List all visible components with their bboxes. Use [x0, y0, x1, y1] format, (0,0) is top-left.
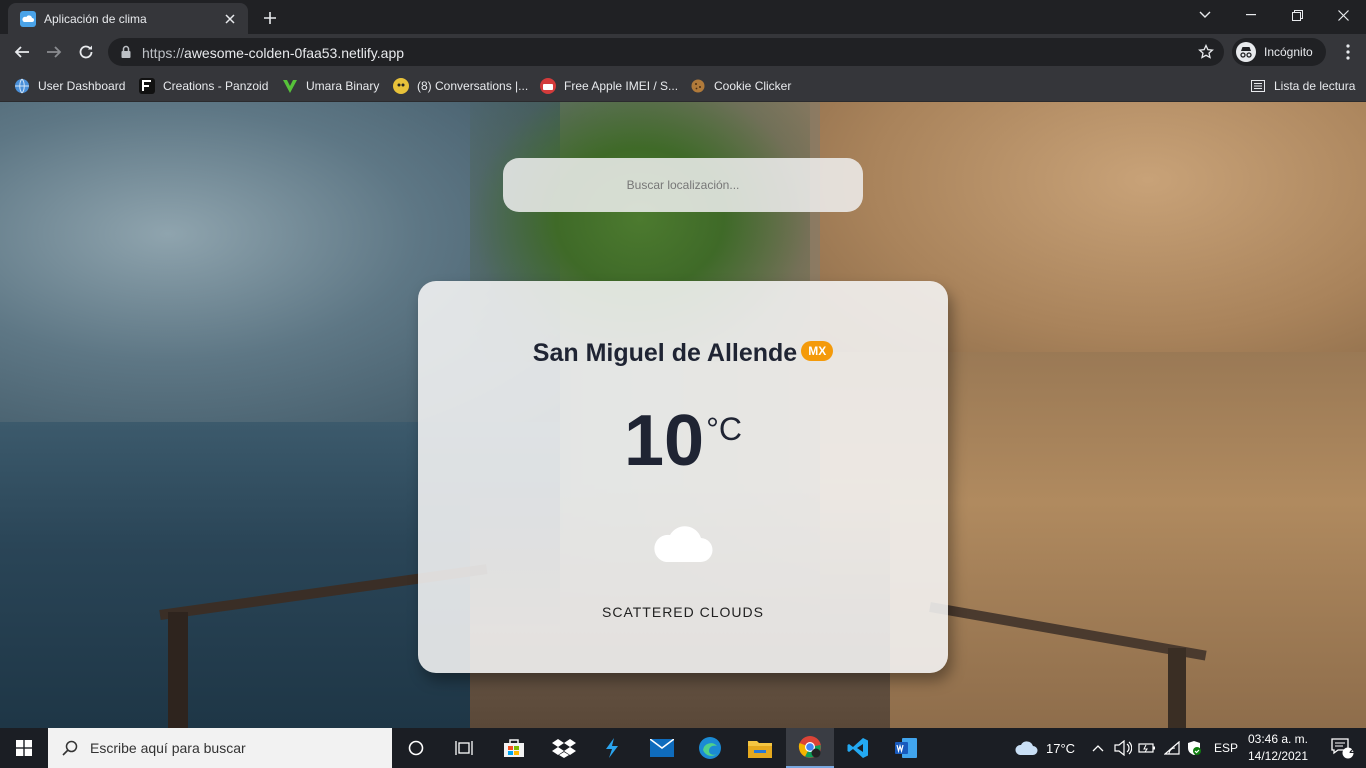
action-center-button[interactable]: 2 — [1318, 728, 1366, 768]
microsoft-store-icon[interactable] — [490, 728, 538, 768]
chrome-taskbar-icon[interactable] — [786, 728, 834, 768]
incognito-profile-button[interactable]: Incógnito — [1232, 38, 1326, 66]
temperature-display: 10 °C — [418, 405, 948, 477]
new-tab-button[interactable] — [258, 6, 282, 30]
mail-icon[interactable] — [638, 728, 686, 768]
show-hidden-icons-chevron-icon[interactable] — [1092, 728, 1104, 768]
security-shield-icon[interactable] — [1186, 728, 1202, 768]
country-badge: MX — [801, 341, 834, 361]
minimize-icon[interactable] — [1228, 0, 1274, 30]
weather-cloud-icon — [20, 10, 36, 27]
incognito-icon — [1236, 42, 1256, 62]
search-icon — [62, 740, 78, 756]
reading-list-icon — [1250, 78, 1266, 94]
temperature-value: 10 — [624, 401, 705, 481]
reading-list-button[interactable]: Lista de lectura — [1250, 76, 1355, 96]
clock-time: 03:46 a. m. — [1247, 732, 1309, 746]
dropbox-icon[interactable] — [540, 728, 588, 768]
clock-date: 14/12/2021 — [1247, 749, 1309, 763]
close-window-icon[interactable] — [1320, 0, 1366, 30]
tab-strip: Aplicación de clima — [0, 0, 1366, 34]
windows-logo-icon — [16, 740, 32, 756]
bookmark-umara-binary[interactable]: Umara Binary — [282, 76, 379, 96]
globe-icon — [14, 78, 30, 94]
bookmark-user-dashboard[interactable]: User Dashboard — [14, 76, 125, 96]
forward-button[interactable] — [40, 38, 68, 66]
reload-button[interactable] — [72, 38, 100, 66]
incognito-label: Incógnito — [1264, 45, 1313, 59]
bookmark-free-apple-imei[interactable]: Free Apple IMEI / S... — [540, 76, 678, 96]
cloud-icon — [652, 524, 714, 564]
wifi-icon[interactable] — [1164, 728, 1180, 768]
weather-app-page: San Miguel de Allende MX 10 °C SCATTERED… — [0, 102, 1366, 728]
bookmark-panzoid[interactable]: Creations - Panzoid — [139, 76, 268, 96]
browser-tab[interactable]: Aplicación de clima — [8, 3, 248, 34]
edge-icon[interactable] — [686, 728, 734, 768]
imei-icon — [540, 78, 556, 94]
input-language-indicator[interactable]: ESP — [1214, 728, 1238, 768]
taskbar-weather-widget[interactable]: 17°C — [1014, 728, 1075, 768]
windows-taskbar: Escribe aquí para buscar 17°C ESP 03:46 … — [0, 728, 1366, 768]
visual-studio-installer-icon[interactable] — [588, 728, 636, 768]
cortana-icon[interactable] — [392, 728, 440, 768]
language-label: ESP — [1214, 741, 1239, 755]
weather-description: SCATTERED CLOUDS — [602, 604, 764, 620]
browser-menu-icon[interactable] — [1334, 38, 1362, 66]
umara-icon — [282, 78, 298, 94]
lock-icon[interactable] — [120, 45, 132, 64]
close-tab-icon[interactable] — [222, 11, 238, 27]
weather-card: San Miguel de Allende MX 10 °C SCATTERED… — [418, 281, 948, 673]
task-view-icon[interactable] — [440, 728, 488, 768]
browser-toolbar: https://awesome-colden-0faa53.netlify.ap… — [0, 34, 1366, 70]
panzoid-icon — [139, 78, 155, 94]
bookmarks-bar: User Dashboard Creations - Panzoid Umara… — [0, 70, 1366, 102]
address-bar[interactable]: https://awesome-colden-0faa53.netlify.ap… — [108, 38, 1224, 66]
vscode-icon[interactable] — [834, 728, 882, 768]
bookmark-cookie-clicker[interactable]: Cookie Clicker — [690, 76, 791, 96]
back-button[interactable] — [8, 38, 36, 66]
taskbar-search-placeholder: Escribe aquí para buscar — [90, 740, 246, 756]
cloud-icon — [1014, 740, 1038, 756]
file-explorer-icon[interactable] — [736, 728, 784, 768]
restore-icon[interactable] — [1274, 0, 1320, 30]
tab-title: Aplicación de clima — [44, 11, 147, 26]
volume-icon[interactable] — [1114, 728, 1132, 768]
city-name: San Miguel de Allende — [532, 339, 798, 367]
word-icon[interactable] — [882, 728, 930, 768]
temperature-unit: °C — [706, 411, 742, 447]
location-search-input[interactable] — [503, 158, 863, 212]
system-clock[interactable]: 03:46 a. m. 14/12/2021 — [1240, 731, 1316, 765]
url-text: https://awesome-colden-0faa53.netlify.ap… — [142, 45, 405, 61]
bookmark-star-icon[interactable] — [1198, 43, 1214, 65]
taskbar-search-box[interactable]: Escribe aquí para buscar — [48, 728, 392, 768]
cookie-icon — [690, 78, 706, 94]
location-heading: San Miguel de Allende MX — [418, 339, 948, 368]
battery-icon[interactable] — [1138, 728, 1156, 768]
start-button[interactable] — [0, 728, 48, 768]
notification-count: 2 — [1349, 745, 1355, 756]
taskbar-weather-temp: 17°C — [1046, 740, 1076, 756]
conversations-icon — [393, 78, 409, 94]
tab-search-chevron-icon[interactable] — [1182, 0, 1228, 30]
bookmark-conversations[interactable]: (8) Conversations |... — [393, 76, 528, 96]
